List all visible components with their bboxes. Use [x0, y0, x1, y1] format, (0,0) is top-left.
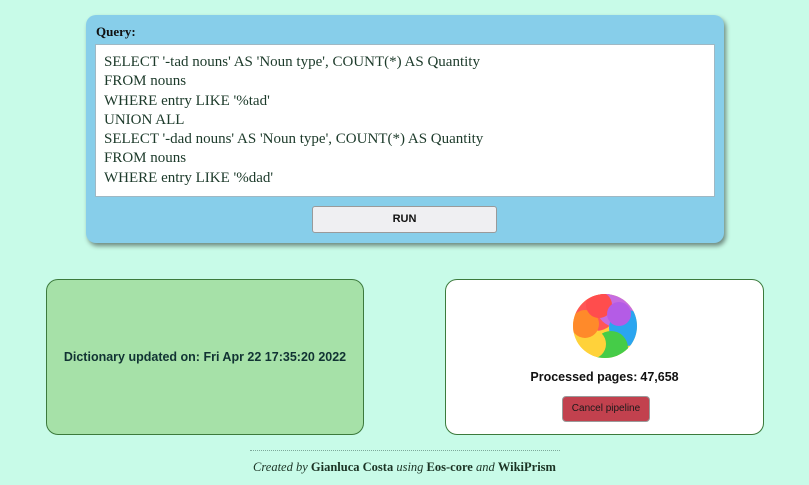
footer-divider — [250, 450, 560, 451]
spinner-icon — [573, 294, 637, 358]
query-panel: Query: SELECT '-tad nouns' AS 'Noun type… — [86, 15, 724, 243]
processed-pages-count: 47,658 — [640, 370, 679, 384]
processed-pages-label: Processed pages: — [530, 370, 638, 384]
query-textarea[interactable]: SELECT '-tad nouns' AS 'Noun type', COUN… — [95, 44, 715, 197]
footer-using: using — [396, 460, 424, 474]
footer-project: WikiPrism — [497, 460, 556, 474]
cancel-pipeline-button[interactable]: Cancel pipeline — [562, 396, 650, 422]
footer-author: Gianluca Costa — [310, 460, 394, 474]
footer-and: and — [475, 460, 495, 474]
footer-tool: Eos-core — [426, 460, 473, 474]
footer-created-by: Created by — [253, 460, 308, 474]
query-label: Query: — [96, 24, 136, 39]
processed-pages-text: Processed pages: 47,658 — [446, 370, 763, 384]
dictionary-status-card: Dictionary updated on: Fri Apr 22 17:35:… — [46, 279, 364, 435]
footer-credits: Created by Gianluca Costa using Eos-core… — [0, 460, 809, 475]
run-button[interactable]: RUN — [312, 206, 497, 233]
dictionary-updated-text: Dictionary updated on: Fri Apr 22 17:35:… — [63, 350, 347, 364]
pipeline-progress-card: Processed pages: 47,658 Cancel pipeline — [445, 279, 764, 435]
